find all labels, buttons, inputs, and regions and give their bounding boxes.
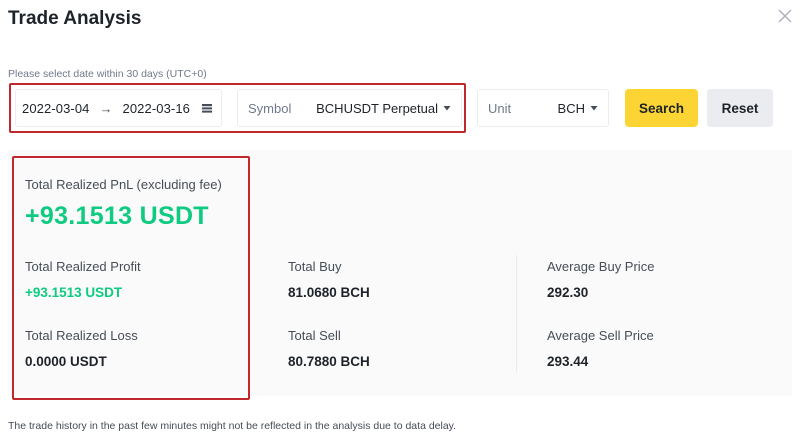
pnl-value: +93.1513 USDT — [25, 202, 209, 230]
avg-buy-price-value: 292.30 — [547, 285, 589, 300]
symbol-select[interactable]: Symbol BCHUSDT Perpetual — [237, 89, 462, 127]
chevron-down-icon — [590, 106, 598, 111]
total-sell-value: 80.7880 BCH — [288, 354, 370, 369]
avg-sell-price-value: 293.44 — [547, 354, 589, 369]
realized-loss-value: 0.0000 USDT — [25, 354, 107, 369]
avg-sell-price-label: Average Sell Price — [547, 328, 654, 343]
avg-buy-price-label: Average Buy Price — [547, 259, 655, 274]
unit-label: Unit — [488, 100, 512, 116]
total-sell-label: Total Sell — [288, 328, 341, 343]
chevron-down-icon — [443, 106, 451, 111]
unit-value: BCH — [557, 100, 585, 116]
date-range-picker[interactable]: 2022-03-04 → 2022-03-16 — [15, 89, 222, 127]
unit-select[interactable]: Unit BCH — [477, 89, 609, 127]
realized-profit-label: Total Realized Profit — [25, 259, 141, 274]
calendar-icon[interactable] — [201, 102, 213, 114]
column-divider — [516, 255, 517, 373]
date-arrow: → — [99, 100, 113, 116]
symbol-value: BCHUSDT Perpetual — [316, 100, 438, 116]
data-delay-note: The trade history in the past few minute… — [8, 420, 457, 432]
reset-button[interactable]: Reset — [707, 89, 773, 127]
pnl-label: Total Realized PnL (excluding fee) — [25, 177, 222, 192]
date-end: 2022-03-16 — [122, 100, 190, 116]
realized-profit-value: +93.1513 USDT — [25, 285, 123, 300]
close-icon[interactable] — [775, 6, 795, 26]
total-buy-label: Total Buy — [288, 259, 342, 274]
search-button[interactable]: Search — [625, 89, 698, 127]
symbol-label: Symbol — [248, 100, 292, 116]
realized-loss-label: Total Realized Loss — [25, 328, 138, 343]
date-start: 2022-03-04 — [22, 100, 90, 116]
date-range-hint: Please select date within 30 days (UTC+0… — [8, 68, 207, 80]
total-buy-value: 81.0680 BCH — [288, 285, 370, 300]
dialog-title: Trade Analysis — [8, 8, 142, 29]
